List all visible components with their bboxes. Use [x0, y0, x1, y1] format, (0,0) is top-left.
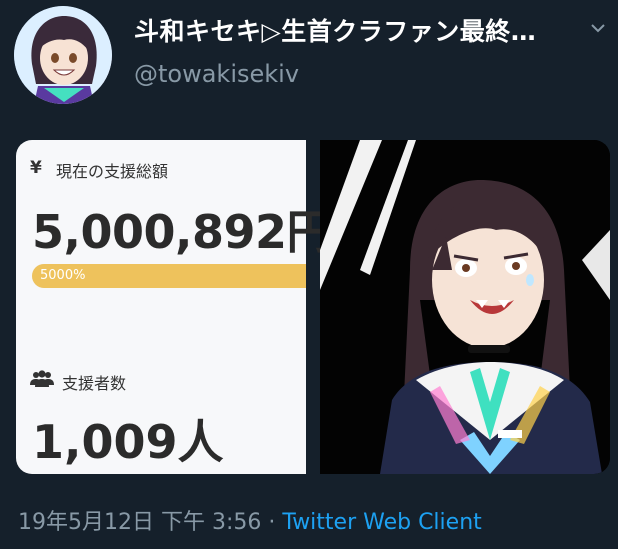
- crowdfunding-stats-image[interactable]: ¥ 現在の支援総額 5,000,892円 5000% 支援者数 1,009人: [16, 140, 333, 474]
- tweet-meta: 19年5月12日 下午 3:56 · Twitter Web Client: [18, 504, 482, 536]
- yen-icon: ¥: [30, 158, 42, 178]
- tweet-source-link[interactable]: Twitter Web Client: [282, 510, 481, 535]
- backers-label: 支援者数: [62, 374, 127, 393]
- meta-separator: ·: [268, 510, 276, 535]
- progress-percent: 5000%: [40, 268, 86, 283]
- tweet-header: 斗和キセキ▷生首クラファン最終… @towakisekiv: [0, 0, 618, 120]
- chevron-down-icon[interactable]: [588, 18, 608, 38]
- vtuber-character-image[interactable]: [320, 140, 610, 474]
- character-illustration: [320, 140, 610, 474]
- tweet-media[interactable]: ¥ 現在の支援総額 5,000,892円 5000% 支援者数 1,009人: [16, 140, 610, 474]
- funding-progress-bar: 5000%: [32, 264, 306, 288]
- backers-count: 1,009人: [32, 415, 224, 469]
- tweet-timestamp[interactable]: 19年5月12日 下午 3:56: [18, 510, 261, 535]
- total-support-amount: 5,000,892円: [32, 205, 333, 259]
- avatar-illustration: [14, 6, 112, 104]
- people-icon: [30, 370, 54, 388]
- avatar[interactable]: [14, 6, 112, 104]
- user-handle[interactable]: @towakisekiv: [134, 60, 299, 88]
- display-name[interactable]: 斗和キセキ▷生首クラファン最終…: [134, 12, 536, 48]
- total-support-label: 現在の支援総額: [56, 162, 169, 181]
